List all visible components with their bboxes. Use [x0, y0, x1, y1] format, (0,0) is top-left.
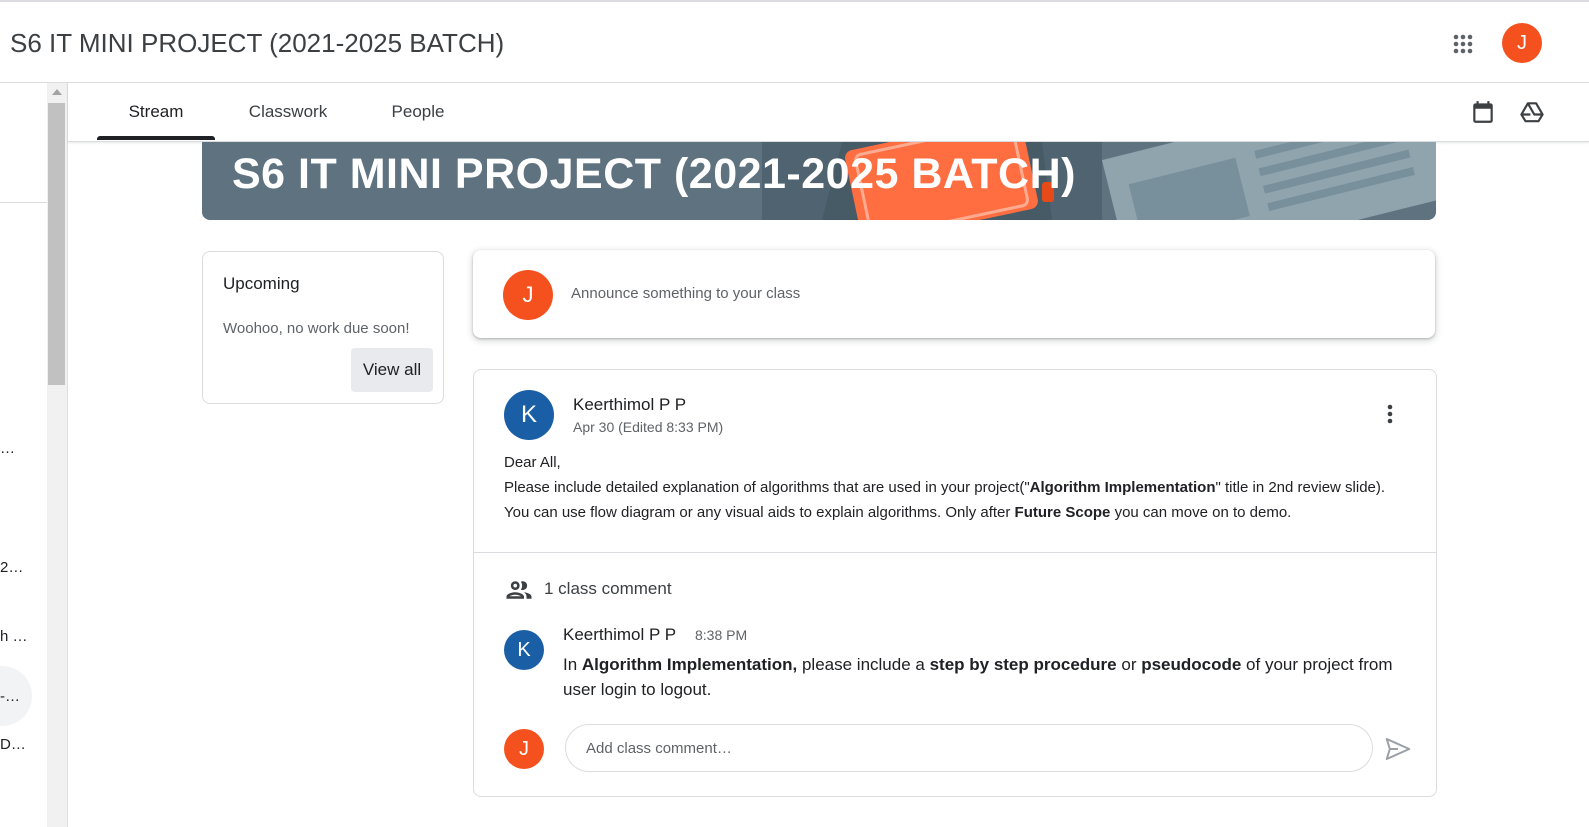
drive-icon[interactable] — [1519, 99, 1545, 125]
post-author-name: Keerthimol P P — [573, 395, 687, 414]
send-icon[interactable] — [1383, 734, 1413, 764]
calendar-icon[interactable] — [1470, 99, 1496, 125]
tab-classwork[interactable]: Classwork — [233, 83, 343, 141]
upcoming-card: Upcoming Woohoo, no work due soon! View … — [202, 251, 444, 404]
sidebar: … 2… h … -… D… — [0, 83, 47, 827]
sidebar-item-label[interactable]: -… — [0, 688, 20, 705]
people-icon — [506, 581, 532, 599]
reply-user-avatar: J — [504, 729, 544, 769]
announce-placeholder[interactable]: Announce something to your class — [571, 285, 800, 302]
view-all-button[interactable]: View all — [351, 348, 433, 392]
post-paragraph: Please include detailed explanation of a… — [504, 475, 1404, 525]
tab-people[interactable]: People — [373, 83, 463, 141]
comment-bold-text: step by step procedure — [929, 655, 1117, 674]
sidebar-scrollbar[interactable] — [47, 83, 68, 827]
comment-time: 8:38 PM — [695, 627, 748, 643]
tab-bar: Stream Classwork People — [68, 83, 1589, 142]
post-date: Apr 30 (Edited 8:33 PM) — [573, 419, 724, 435]
post-bold-text: Future Scope — [1014, 504, 1111, 521]
active-tab-indicator — [97, 136, 215, 140]
more-options-icon[interactable] — [1376, 400, 1404, 428]
account-avatar[interactable]: J — [1502, 23, 1542, 63]
author-avatar: K — [504, 390, 554, 440]
post-divider — [474, 552, 1436, 553]
google-apps-icon[interactable] — [1446, 27, 1480, 61]
add-comment-input[interactable] — [565, 724, 1373, 772]
user-avatar: J — [503, 270, 553, 320]
banner-title: S6 IT MINI PROJECT (2021-2025 BATCH) — [232, 150, 1076, 198]
class-title[interactable]: S6 IT MINI PROJECT (2021-2025 BATCH) — [10, 28, 504, 59]
class-comments-count: 1 class comment — [544, 579, 672, 598]
post-bold-text: Algorithm Implementation — [1029, 479, 1216, 496]
comment-author-name: Keerthimol P P — [563, 625, 677, 644]
comment-text: or — [1116, 655, 1142, 674]
announce-box[interactable]: J Announce something to your class — [473, 250, 1435, 338]
post-text: Please include detailed explanation of a… — [504, 479, 1030, 496]
post-text: you can move on to demo. — [1110, 504, 1292, 521]
sidebar-item-label[interactable]: D… — [0, 736, 26, 753]
sidebar-item-label[interactable]: 2… — [0, 559, 23, 576]
class-banner: S6 IT MINI PROJECT (2021-2025 BATCH) — [202, 142, 1436, 220]
sidebar-item-label[interactable]: h … — [0, 628, 28, 645]
scroll-thumb[interactable] — [48, 103, 65, 385]
comment-bold-text: pseudocode — [1141, 655, 1242, 674]
commenter-avatar: K — [504, 630, 544, 670]
post-greeting: Dear All, — [504, 454, 561, 471]
upcoming-title: Upcoming — [223, 274, 300, 293]
comment-body: In Algorithm Implementation, please incl… — [563, 652, 1413, 702]
post-body: Dear All, Please include detailed explan… — [504, 450, 1404, 525]
announcement-post: K Keerthimol P P Apr 30 (Edited 8:33 PM)… — [473, 369, 1437, 797]
comment-text: In — [563, 655, 582, 674]
comment-bold-text: Algorithm Implementation, — [581, 655, 798, 674]
app-bar: S6 IT MINI PROJECT (2021-2025 BATCH) J — [0, 2, 1589, 83]
upcoming-status-text: Woohoo, no work due soon! — [223, 320, 410, 337]
sidebar-item-label[interactable]: … — [0, 440, 15, 457]
tab-stream[interactable]: Stream — [97, 83, 215, 141]
sidebar-divider — [0, 202, 47, 203]
scroll-up-arrow-icon[interactable] — [52, 89, 62, 95]
comment-text: please include a — [797, 655, 930, 674]
